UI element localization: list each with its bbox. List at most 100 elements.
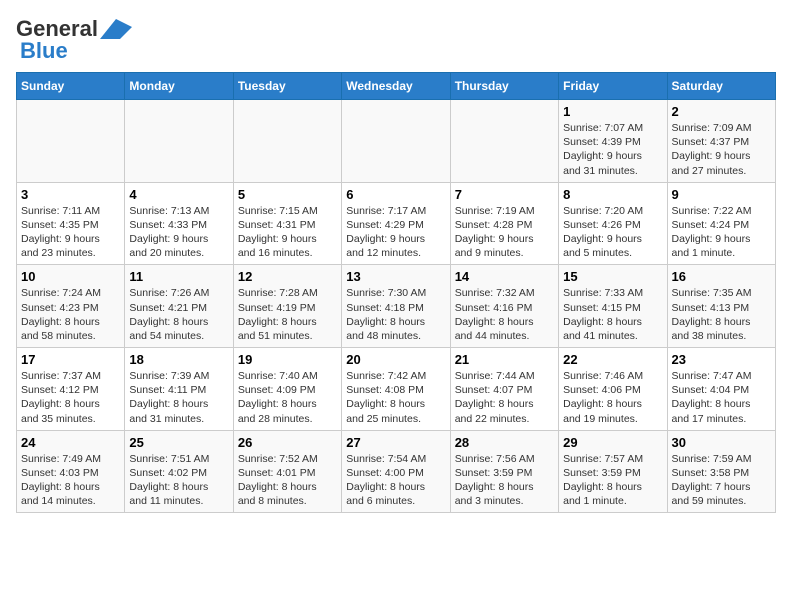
day-info: Sunrise: 7:11 AM Sunset: 4:35 PM Dayligh… (21, 204, 120, 261)
page-header: General Blue (16, 16, 776, 64)
calendar-day-cell: 14 Sunrise: 7:32 AM Sunset: 4:16 PM Dayli… (450, 265, 558, 348)
day-number: 17 (21, 352, 120, 367)
logo-icon (100, 19, 132, 39)
day-number: 26 (238, 435, 337, 450)
calendar-day-cell: 1 Sunrise: 7:07 AM Sunset: 4:39 PM Daylig… (559, 100, 667, 183)
calendar-day-cell: 27 Sunrise: 7:54 AM Sunset: 4:00 PM Dayli… (342, 430, 450, 513)
day-number: 11 (129, 269, 228, 284)
day-number: 22 (563, 352, 662, 367)
day-info: Sunrise: 7:24 AM Sunset: 4:23 PM Dayligh… (21, 286, 120, 343)
calendar-day-cell: 12Sunrise: 7:28 AM Sunset: 4:19 PM Dayli… (233, 265, 341, 348)
calendar-day-cell: 4 Sunrise: 7:13 AM Sunset: 4:33 PM Daylig… (125, 182, 233, 265)
calendar-week-row: 1 Sunrise: 7:07 AM Sunset: 4:39 PM Daylig… (17, 100, 776, 183)
day-info: Sunrise: 7:59 AM Sunset: 3:58 PM Dayligh… (672, 452, 771, 509)
calendar-week-row: 3 Sunrise: 7:11 AM Sunset: 4:35 PM Daylig… (17, 182, 776, 265)
calendar-day-cell: 25 Sunrise: 7:51 AM Sunset: 4:02 PM Dayli… (125, 430, 233, 513)
calendar-day-cell: 20 Sunrise: 7:42 AM Sunset: 4:08 PM Dayli… (342, 348, 450, 431)
day-number: 5 (238, 187, 337, 202)
day-info: Sunrise: 7:54 AM Sunset: 4:00 PM Dayligh… (346, 452, 445, 509)
calendar-day-cell: 5 Sunrise: 7:15 AM Sunset: 4:31 PM Daylig… (233, 182, 341, 265)
day-info: Sunrise: 7:17 AM Sunset: 4:29 PM Dayligh… (346, 204, 445, 261)
calendar-day-cell: 22Sunrise: 7:46 AM Sunset: 4:06 PM Dayli… (559, 348, 667, 431)
day-number: 21 (455, 352, 554, 367)
logo: General Blue (16, 16, 132, 64)
day-info: Sunrise: 7:51 AM Sunset: 4:02 PM Dayligh… (129, 452, 228, 509)
calendar-day-cell: 15 Sunrise: 7:33 AM Sunset: 4:15 PM Dayli… (559, 265, 667, 348)
calendar-week-row: 17Sunrise: 7:37 AM Sunset: 4:12 PM Dayli… (17, 348, 776, 431)
day-number: 1 (563, 104, 662, 119)
weekday-header: Wednesday (342, 73, 450, 100)
day-number: 3 (21, 187, 120, 202)
day-info: Sunrise: 7:15 AM Sunset: 4:31 PM Dayligh… (238, 204, 337, 261)
day-number: 12 (238, 269, 337, 284)
day-info: Sunrise: 7:13 AM Sunset: 4:33 PM Dayligh… (129, 204, 228, 261)
calendar-day-cell (342, 100, 450, 183)
calendar-day-cell (125, 100, 233, 183)
day-info: Sunrise: 7:07 AM Sunset: 4:39 PM Dayligh… (563, 121, 662, 178)
calendar-day-cell: 21 Sunrise: 7:44 AM Sunset: 4:07 PM Dayli… (450, 348, 558, 431)
day-info: Sunrise: 7:42 AM Sunset: 4:08 PM Dayligh… (346, 369, 445, 426)
calendar-day-cell: 2 Sunrise: 7:09 AM Sunset: 4:37 PM Daylig… (667, 100, 775, 183)
day-number: 20 (346, 352, 445, 367)
day-number: 14 (455, 269, 554, 284)
day-info: Sunrise: 7:09 AM Sunset: 4:37 PM Dayligh… (672, 121, 771, 178)
day-info: Sunrise: 7:47 AM Sunset: 4:04 PM Dayligh… (672, 369, 771, 426)
day-number: 2 (672, 104, 771, 119)
weekday-header: Saturday (667, 73, 775, 100)
calendar-day-cell: 16 Sunrise: 7:35 AM Sunset: 4:13 PM Dayli… (667, 265, 775, 348)
day-number: 9 (672, 187, 771, 202)
calendar-day-cell: 6 Sunrise: 7:17 AM Sunset: 4:29 PM Daylig… (342, 182, 450, 265)
day-number: 15 (563, 269, 662, 284)
day-info: Sunrise: 7:56 AM Sunset: 3:59 PM Dayligh… (455, 452, 554, 509)
calendar-header-row: SundayMondayTuesdayWednesdayThursdayFrid… (17, 73, 776, 100)
calendar-body: 1 Sunrise: 7:07 AM Sunset: 4:39 PM Daylig… (17, 100, 776, 513)
day-number: 30 (672, 435, 771, 450)
day-number: 28 (455, 435, 554, 450)
calendar-day-cell (450, 100, 558, 183)
day-number: 10 (21, 269, 120, 284)
day-info: Sunrise: 7:32 AM Sunset: 4:16 PM Dayligh… (455, 286, 554, 343)
calendar-day-cell: 24Sunrise: 7:49 AM Sunset: 4:03 PM Dayli… (17, 430, 125, 513)
day-number: 24 (21, 435, 120, 450)
calendar-day-cell: 28 Sunrise: 7:56 AM Sunset: 3:59 PM Dayli… (450, 430, 558, 513)
day-info: Sunrise: 7:19 AM Sunset: 4:28 PM Dayligh… (455, 204, 554, 261)
day-info: Sunrise: 7:44 AM Sunset: 4:07 PM Dayligh… (455, 369, 554, 426)
calendar-day-cell: 26 Sunrise: 7:52 AM Sunset: 4:01 PM Dayli… (233, 430, 341, 513)
calendar-day-cell: 23Sunrise: 7:47 AM Sunset: 4:04 PM Dayli… (667, 348, 775, 431)
day-number: 6 (346, 187, 445, 202)
logo-blue-text: Blue (20, 38, 68, 64)
day-info: Sunrise: 7:57 AM Sunset: 3:59 PM Dayligh… (563, 452, 662, 509)
day-info: Sunrise: 7:22 AM Sunset: 4:24 PM Dayligh… (672, 204, 771, 261)
day-info: Sunrise: 7:30 AM Sunset: 4:18 PM Dayligh… (346, 286, 445, 343)
weekday-header: Tuesday (233, 73, 341, 100)
calendar-day-cell: 3 Sunrise: 7:11 AM Sunset: 4:35 PM Daylig… (17, 182, 125, 265)
calendar-day-cell: 30 Sunrise: 7:59 AM Sunset: 3:58 PM Dayli… (667, 430, 775, 513)
day-number: 25 (129, 435, 228, 450)
day-info: Sunrise: 7:52 AM Sunset: 4:01 PM Dayligh… (238, 452, 337, 509)
day-number: 8 (563, 187, 662, 202)
calendar-day-cell (17, 100, 125, 183)
day-number: 13 (346, 269, 445, 284)
calendar-day-cell: 13 Sunrise: 7:30 AM Sunset: 4:18 PM Dayli… (342, 265, 450, 348)
calendar-table: SundayMondayTuesdayWednesdayThursdayFrid… (16, 72, 776, 513)
calendar-day-cell: 17Sunrise: 7:37 AM Sunset: 4:12 PM Dayli… (17, 348, 125, 431)
weekday-header: Friday (559, 73, 667, 100)
calendar-day-cell: 8 Sunrise: 7:20 AM Sunset: 4:26 PM Daylig… (559, 182, 667, 265)
calendar-day-cell: 7 Sunrise: 7:19 AM Sunset: 4:28 PM Daylig… (450, 182, 558, 265)
calendar-day-cell: 18Sunrise: 7:39 AM Sunset: 4:11 PM Dayli… (125, 348, 233, 431)
calendar-week-row: 10 Sunrise: 7:24 AM Sunset: 4:23 PM Dayli… (17, 265, 776, 348)
weekday-header: Thursday (450, 73, 558, 100)
calendar-day-cell: 11 Sunrise: 7:26 AM Sunset: 4:21 PM Dayli… (125, 265, 233, 348)
day-number: 19 (238, 352, 337, 367)
day-info: Sunrise: 7:35 AM Sunset: 4:13 PM Dayligh… (672, 286, 771, 343)
day-number: 16 (672, 269, 771, 284)
day-number: 27 (346, 435, 445, 450)
calendar-day-cell (233, 100, 341, 183)
day-info: Sunrise: 7:33 AM Sunset: 4:15 PM Dayligh… (563, 286, 662, 343)
day-number: 4 (129, 187, 228, 202)
calendar-day-cell: 9 Sunrise: 7:22 AM Sunset: 4:24 PM Daylig… (667, 182, 775, 265)
calendar-day-cell: 10 Sunrise: 7:24 AM Sunset: 4:23 PM Dayli… (17, 265, 125, 348)
day-info: Sunrise: 7:20 AM Sunset: 4:26 PM Dayligh… (563, 204, 662, 261)
day-info: Sunrise: 7:26 AM Sunset: 4:21 PM Dayligh… (129, 286, 228, 343)
day-number: 7 (455, 187, 554, 202)
